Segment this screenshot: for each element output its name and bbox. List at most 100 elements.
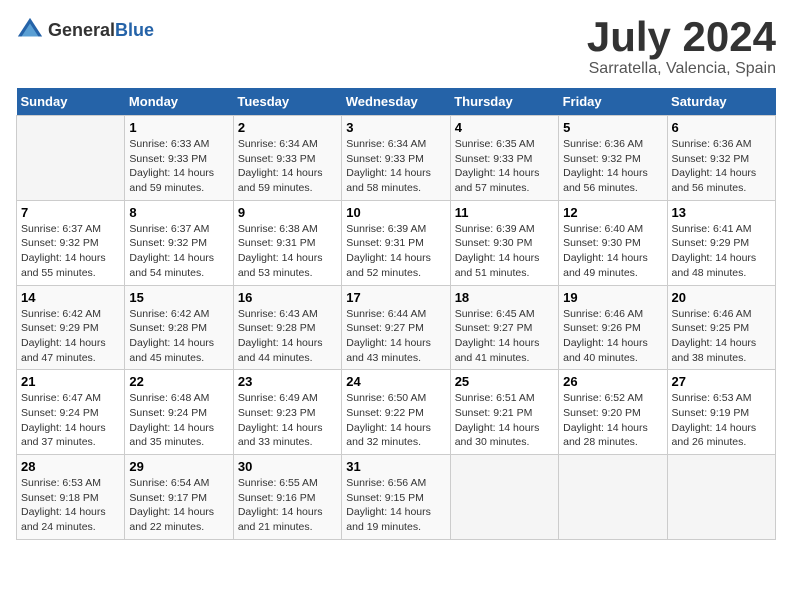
day-info: Sunrise: 6:37 AMSunset: 9:32 PMDaylight:…	[21, 222, 120, 281]
day-number: 8	[129, 205, 228, 220]
day-info: Sunrise: 6:53 AMSunset: 9:19 PMDaylight:…	[672, 391, 771, 450]
day-cell: 6 Sunrise: 6:36 AMSunset: 9:32 PMDaylight…	[667, 116, 775, 201]
day-number: 2	[238, 120, 337, 135]
page-header: GeneralBlue July 2024 Sarratella, Valenc…	[16, 16, 776, 78]
day-number: 7	[21, 205, 120, 220]
day-number: 15	[129, 290, 228, 305]
title-block: July 2024 Sarratella, Valencia, Spain	[587, 16, 776, 78]
day-number: 30	[238, 459, 337, 474]
day-cell: 27 Sunrise: 6:53 AMSunset: 9:19 PMDayligh…	[667, 370, 775, 455]
day-cell: 7 Sunrise: 6:37 AMSunset: 9:32 PMDaylight…	[17, 200, 125, 285]
day-cell: 12 Sunrise: 6:40 AMSunset: 9:30 PMDayligh…	[559, 200, 667, 285]
day-number: 18	[455, 290, 554, 305]
day-cell: 28 Sunrise: 6:53 AMSunset: 9:18 PMDayligh…	[17, 455, 125, 540]
day-number: 23	[238, 374, 337, 389]
day-number: 9	[238, 205, 337, 220]
day-cell: 16 Sunrise: 6:43 AMSunset: 9:28 PMDayligh…	[233, 285, 341, 370]
day-cell: 4Sunrise: 6:35 AMSunset: 9:33 PMDaylight…	[450, 116, 558, 201]
day-number: 17	[346, 290, 445, 305]
day-cell: 23 Sunrise: 6:49 AMSunset: 9:23 PMDayligh…	[233, 370, 341, 455]
day-info: Sunrise: 6:39 AMSunset: 9:31 PMDaylight:…	[346, 222, 445, 281]
day-cell: 13Sunrise: 6:41 AMSunset: 9:29 PMDayligh…	[667, 200, 775, 285]
day-info: Sunrise: 6:44 AMSunset: 9:27 PMDaylight:…	[346, 307, 445, 366]
day-info: Sunrise: 6:45 AMSunset: 9:27 PMDaylight:…	[455, 307, 554, 366]
day-number: 27	[672, 374, 771, 389]
day-cell: 24Sunrise: 6:50 AMSunset: 9:22 PMDayligh…	[342, 370, 450, 455]
day-cell: 26Sunrise: 6:52 AMSunset: 9:20 PMDayligh…	[559, 370, 667, 455]
day-header-monday: Monday	[125, 88, 233, 116]
day-cell: 1Sunrise: 6:33 AMSunset: 9:33 PMDaylight…	[125, 116, 233, 201]
month-title: July 2024	[587, 16, 776, 58]
day-number: 20	[672, 290, 771, 305]
day-number: 10	[346, 205, 445, 220]
day-number: 14	[21, 290, 120, 305]
day-cell: 2 Sunrise: 6:34 AMSunset: 9:33 PMDaylight…	[233, 116, 341, 201]
logo-text-general: General	[48, 20, 115, 40]
day-info: Sunrise: 6:36 AMSunset: 9:32 PMDaylight:…	[563, 137, 662, 196]
day-number: 16	[238, 290, 337, 305]
day-header-tuesday: Tuesday	[233, 88, 341, 116]
day-header-thursday: Thursday	[450, 88, 558, 116]
day-number: 26	[563, 374, 662, 389]
day-info: Sunrise: 6:48 AMSunset: 9:24 PMDaylight:…	[129, 391, 228, 450]
day-cell: 20Sunrise: 6:46 AMSunset: 9:25 PMDayligh…	[667, 285, 775, 370]
day-info: Sunrise: 6:36 AMSunset: 9:32 PMDaylight:…	[672, 137, 771, 196]
day-header-saturday: Saturday	[667, 88, 775, 116]
day-info: Sunrise: 6:37 AMSunset: 9:32 PMDaylight:…	[129, 222, 228, 281]
day-info: Sunrise: 6:54 AMSunset: 9:17 PMDaylight:…	[129, 476, 228, 535]
day-cell: 25 Sunrise: 6:51 AMSunset: 9:21 PMDayligh…	[450, 370, 558, 455]
day-cell	[667, 455, 775, 540]
day-info: Sunrise: 6:40 AMSunset: 9:30 PMDaylight:…	[563, 222, 662, 281]
day-number: 28	[21, 459, 120, 474]
week-row-4: 21 Sunrise: 6:47 AMSunset: 9:24 PMDayligh…	[17, 370, 776, 455]
day-info: Sunrise: 6:34 AMSunset: 9:33 PMDaylight:…	[238, 137, 337, 196]
day-cell: 18 Sunrise: 6:45 AMSunset: 9:27 PMDayligh…	[450, 285, 558, 370]
week-row-1: 1Sunrise: 6:33 AMSunset: 9:33 PMDaylight…	[17, 116, 776, 201]
header-row: SundayMondayTuesdayWednesdayThursdayFrid…	[17, 88, 776, 116]
day-info: Sunrise: 6:49 AMSunset: 9:23 PMDaylight:…	[238, 391, 337, 450]
day-number: 6	[672, 120, 771, 135]
day-header-wednesday: Wednesday	[342, 88, 450, 116]
day-cell	[17, 116, 125, 201]
day-number: 24	[346, 374, 445, 389]
day-number: 5	[563, 120, 662, 135]
day-number: 12	[563, 205, 662, 220]
week-row-5: 28 Sunrise: 6:53 AMSunset: 9:18 PMDayligh…	[17, 455, 776, 540]
week-row-2: 7 Sunrise: 6:37 AMSunset: 9:32 PMDaylight…	[17, 200, 776, 285]
day-number: 11	[455, 205, 554, 220]
day-info: Sunrise: 6:43 AMSunset: 9:28 PMDaylight:…	[238, 307, 337, 366]
day-cell: 9 Sunrise: 6:38 AMSunset: 9:31 PMDaylight…	[233, 200, 341, 285]
day-info: Sunrise: 6:34 AMSunset: 9:33 PMDaylight:…	[346, 137, 445, 196]
logo: GeneralBlue	[16, 16, 154, 44]
day-number: 19	[563, 290, 662, 305]
day-info: Sunrise: 6:56 AMSunset: 9:15 PMDaylight:…	[346, 476, 445, 535]
day-info: Sunrise: 6:55 AMSunset: 9:16 PMDaylight:…	[238, 476, 337, 535]
day-cell: 5 Sunrise: 6:36 AMSunset: 9:32 PMDaylight…	[559, 116, 667, 201]
day-cell	[559, 455, 667, 540]
day-cell: 10 Sunrise: 6:39 AMSunset: 9:31 PMDayligh…	[342, 200, 450, 285]
day-info: Sunrise: 6:46 AMSunset: 9:26 PMDaylight:…	[563, 307, 662, 366]
day-cell: 17 Sunrise: 6:44 AMSunset: 9:27 PMDayligh…	[342, 285, 450, 370]
week-row-3: 14Sunrise: 6:42 AMSunset: 9:29 PMDayligh…	[17, 285, 776, 370]
day-cell: 8 Sunrise: 6:37 AMSunset: 9:32 PMDaylight…	[125, 200, 233, 285]
day-info: Sunrise: 6:47 AMSunset: 9:24 PMDaylight:…	[21, 391, 120, 450]
day-info: Sunrise: 6:53 AMSunset: 9:18 PMDaylight:…	[21, 476, 120, 535]
day-info: Sunrise: 6:38 AMSunset: 9:31 PMDaylight:…	[238, 222, 337, 281]
day-cell: 31 Sunrise: 6:56 AMSunset: 9:15 PMDayligh…	[342, 455, 450, 540]
day-cell	[450, 455, 558, 540]
logo-text-blue: Blue	[115, 20, 154, 40]
day-cell: 14Sunrise: 6:42 AMSunset: 9:29 PMDayligh…	[17, 285, 125, 370]
day-cell: 22Sunrise: 6:48 AMSunset: 9:24 PMDayligh…	[125, 370, 233, 455]
day-info: Sunrise: 6:51 AMSunset: 9:21 PMDaylight:…	[455, 391, 554, 450]
day-number: 21	[21, 374, 120, 389]
day-cell: 21 Sunrise: 6:47 AMSunset: 9:24 PMDayligh…	[17, 370, 125, 455]
day-number: 31	[346, 459, 445, 474]
day-number: 3	[346, 120, 445, 135]
day-cell: 30 Sunrise: 6:55 AMSunset: 9:16 PMDayligh…	[233, 455, 341, 540]
day-header-friday: Friday	[559, 88, 667, 116]
location-subtitle: Sarratella, Valencia, Spain	[587, 60, 776, 78]
logo-icon	[16, 16, 44, 44]
day-info: Sunrise: 6:41 AMSunset: 9:29 PMDaylight:…	[672, 222, 771, 281]
day-header-sunday: Sunday	[17, 88, 125, 116]
day-number: 25	[455, 374, 554, 389]
